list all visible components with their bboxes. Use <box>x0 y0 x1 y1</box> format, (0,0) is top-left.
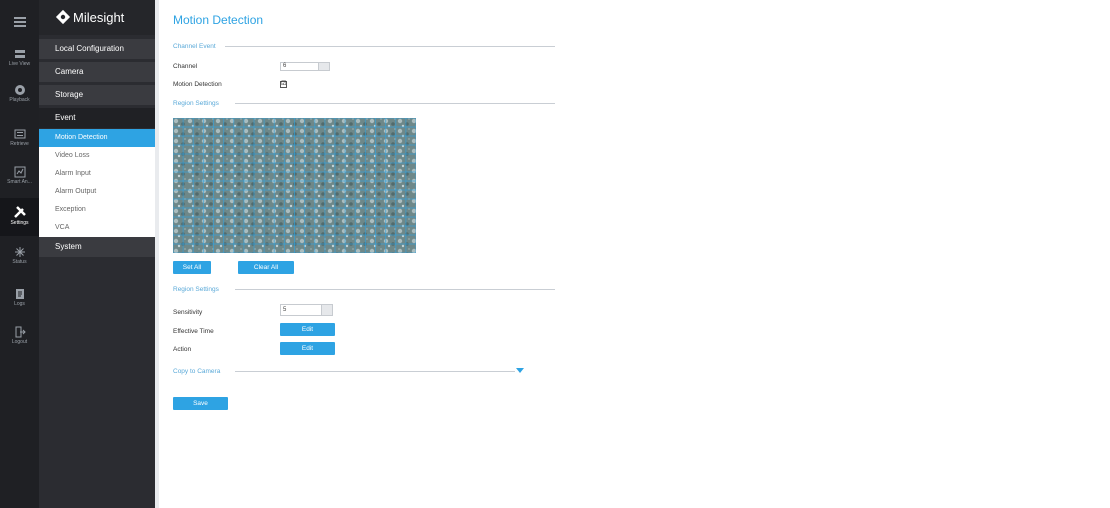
dropdown-arrow-icon <box>318 63 329 70</box>
submenu-alarm-output[interactable]: Alarm Output <box>39 183 155 201</box>
save-button[interactable]: Save <box>173 397 228 410</box>
sensitivity-select-value: 5 <box>283 307 287 313</box>
submenu-alarm-input[interactable]: Alarm Input <box>39 165 155 183</box>
channel-label: Channel <box>173 63 198 70</box>
submenu-exception[interactable]: Exception <box>39 201 155 219</box>
submenu-video-loss[interactable]: Video Loss <box>39 147 155 165</box>
logout-label: Logout <box>11 339 28 345</box>
logout-nav[interactable]: Logout <box>0 326 39 358</box>
section-channel-event: Channel Event <box>173 43 555 50</box>
effective-time-label: Effective Time <box>173 328 214 335</box>
playback-nav[interactable]: Playback <box>0 84 39 116</box>
section-divider <box>235 371 515 372</box>
settings-label: Settings <box>10 220 29 226</box>
motion-detection-checkbox[interactable]: ☑ <box>280 81 287 88</box>
logs-label: Logs <box>14 301 25 307</box>
section-channel-event-label: Channel Event <box>173 43 216 50</box>
menu-local-configuration[interactable]: Local Configuration <box>39 39 155 59</box>
retrieve-label: Retrieve <box>10 141 29 147</box>
menu-toggle-icon <box>13 17 26 27</box>
submenu-motion-detection[interactable]: Motion Detection <box>39 129 155 147</box>
status-label: Status <box>12 259 27 265</box>
menu-toggle[interactable] <box>0 6 39 36</box>
icon-bar: Live View Playback Retrieve Smart An... … <box>0 0 39 508</box>
settings-nav[interactable]: Settings <box>0 198 39 236</box>
section-region-settings: Region Settings <box>173 100 555 107</box>
sensitivity-select[interactable]: 5 <box>280 304 333 316</box>
logs-icon <box>15 289 24 299</box>
menu-event[interactable]: Event <box>39 108 155 128</box>
motion-detection-label: Motion Detection <box>173 81 222 88</box>
channel-select[interactable]: 6 <box>280 62 330 71</box>
set-all-button[interactable]: Set All <box>173 261 211 274</box>
menu-system[interactable]: System <box>39 237 155 257</box>
retrieve-icon <box>14 129 25 139</box>
section-region-settings-2-label: Region Settings <box>173 286 219 293</box>
main-panel: Motion Detection Channel Event Channel 6… <box>159 0 1110 508</box>
action-label: Action <box>173 346 192 353</box>
page-title: Motion Detection <box>173 13 264 27</box>
action-edit-button[interactable]: Edit <box>280 342 335 355</box>
effective-time-edit-button[interactable]: Edit <box>280 323 335 336</box>
playback-icon <box>14 85 25 95</box>
milesight-logo-icon <box>55 9 71 25</box>
logout-icon <box>15 326 26 338</box>
logs-nav[interactable]: Logs <box>0 288 39 320</box>
section-copy-to-camera[interactable]: Copy to Camera <box>173 368 515 375</box>
menu-storage[interactable]: Storage <box>39 85 155 105</box>
channel-select-value: 6 <box>283 63 287 69</box>
retrieve-nav[interactable]: Retrieve <box>0 128 39 160</box>
section-region-settings-label: Region Settings <box>173 100 219 107</box>
live-view-label: Live View <box>8 61 31 67</box>
sensitivity-label: Sensitivity <box>173 309 203 316</box>
dropdown-arrow-icon <box>321 305 332 315</box>
settings-sidebar: Milesight Local Configuration Camera Sto… <box>39 0 155 508</box>
status-icon <box>14 247 25 257</box>
expand-arrow-icon[interactable] <box>516 368 524 373</box>
brand-logo: Milesight <box>39 0 155 35</box>
section-divider <box>225 46 555 47</box>
section-region-settings-2: Region Settings <box>173 286 555 293</box>
menu-camera[interactable]: Camera <box>39 62 155 82</box>
smart-analysis-nav[interactable]: Smart An... <box>0 166 39 198</box>
copy-to-camera-label: Copy to Camera <box>173 368 221 375</box>
live-view-icon <box>14 50 25 58</box>
playback-label: Playback <box>9 97 30 103</box>
status-nav[interactable]: Status <box>0 246 39 278</box>
settings-icon <box>13 206 26 218</box>
smart-analysis-label: Smart An... <box>7 179 32 185</box>
brand-name: Milesight <box>73 10 125 25</box>
section-divider <box>235 103 555 104</box>
clear-all-button[interactable]: Clear All <box>238 261 294 274</box>
live-view-nav[interactable]: Live View <box>0 48 39 80</box>
motion-region-grid[interactable] <box>173 118 416 253</box>
submenu-vca[interactable]: VCA <box>39 219 155 237</box>
section-divider <box>235 289 555 290</box>
smart-analysis-icon <box>14 166 25 178</box>
camera-preview-image <box>173 118 416 253</box>
